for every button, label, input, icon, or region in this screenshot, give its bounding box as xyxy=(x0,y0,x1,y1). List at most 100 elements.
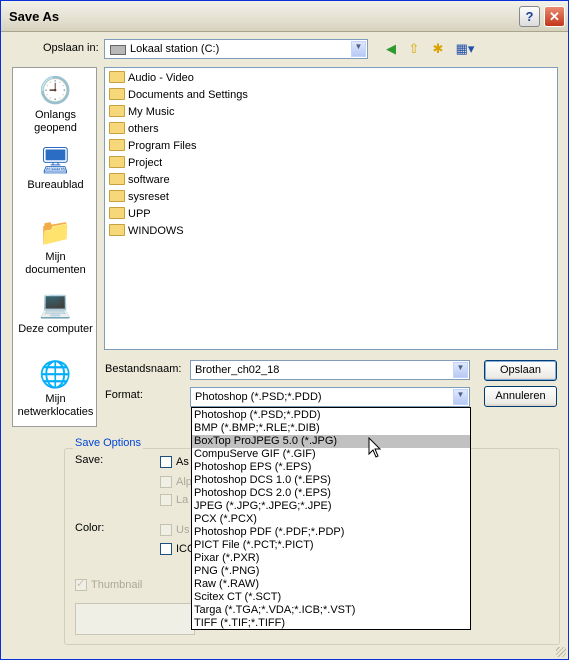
folder-icon xyxy=(109,71,125,84)
format-option-highlighted[interactable]: BoxTop ProJPEG 5.0 (*.JPG) xyxy=(192,435,470,448)
folder-name: Documents and Settings xyxy=(128,89,248,101)
folder-name: WINDOWS xyxy=(128,225,184,237)
back-icon[interactable]: ◀ xyxy=(382,40,400,58)
format-option[interactable]: PICT File (*.PCT;*.PICT) xyxy=(192,539,470,552)
save-in-value: Lokaal station (C:) xyxy=(130,43,220,55)
place-label: Onlangs xyxy=(35,109,76,121)
folder-icon xyxy=(109,207,125,220)
folder-name: Project xyxy=(128,157,163,169)
folder-icon xyxy=(109,88,125,101)
drive-icon xyxy=(110,45,126,55)
folder-icon xyxy=(109,173,125,186)
format-option[interactable]: CompuServe GIF (*.GIF) xyxy=(192,448,470,461)
save-as-dialog: Save As ? ✕ Opslaan in: Lokaal station (… xyxy=(0,0,569,660)
list-item[interactable]: My Music xyxy=(109,104,174,121)
folder-name: others xyxy=(128,123,159,135)
places-desktop[interactable]: 🖥 Bureaublad xyxy=(13,144,98,192)
list-item[interactable]: Project xyxy=(109,155,162,172)
format-option[interactable]: Photoshop PDF (*.PDF;*.PDP) xyxy=(192,526,470,539)
folder-name: My Music xyxy=(128,106,175,118)
my-computer-icon: 💻 xyxy=(39,289,72,319)
places-bar: 🕘 Onlangs geopend 🖥 Bureaublad 📁 Mijn do… xyxy=(12,67,97,427)
places-my-computer[interactable]: 💻 Deze computer xyxy=(13,288,98,336)
list-item[interactable]: others xyxy=(109,121,159,138)
my-documents-icon: 📁 xyxy=(39,217,72,247)
folder-icon xyxy=(109,190,125,203)
desktop-icon: 🖥 xyxy=(38,145,72,175)
places-my-documents[interactable]: 📁 Mijn documenten xyxy=(13,216,98,277)
folder-icon xyxy=(109,224,125,237)
list-item[interactable]: Audio - Video xyxy=(109,70,194,87)
alpha-channels-checkbox[interactable] xyxy=(160,476,172,488)
folder-icon xyxy=(109,122,125,135)
place-label: netwerklocaties xyxy=(17,406,94,418)
format-option[interactable]: Photoshop DCS 1.0 (*.EPS) xyxy=(192,474,470,487)
list-item[interactable]: sysreset xyxy=(109,189,169,206)
format-option[interactable]: TIFF (*.TIF;*.TIFF) xyxy=(192,617,470,630)
format-select[interactable]: Photoshop (*.PSD;*.PDD) ▼ xyxy=(190,387,470,407)
list-item[interactable]: Program Files xyxy=(109,138,196,155)
alpha-channels-label: Alp xyxy=(176,476,192,488)
format-dropdown-list[interactable]: Photoshop (*.PSD;*.PDD) BMP (*.BMP;*.RLE… xyxy=(191,407,471,630)
icc-profile-checkbox[interactable] xyxy=(160,543,172,555)
format-option[interactable]: PNG (*.PNG) xyxy=(192,565,470,578)
list-item[interactable]: UPP xyxy=(109,206,151,223)
folder-name: UPP xyxy=(128,208,151,220)
up-folder-icon[interactable]: ⇧ xyxy=(405,40,423,58)
format-option[interactable]: Targa (*.TGA;*.VDA;*.ICB;*.VST) xyxy=(192,604,470,617)
list-item[interactable]: Documents and Settings xyxy=(109,87,248,104)
network-icon: 🌐 xyxy=(39,359,72,389)
format-option[interactable]: Pixar (*.PXR) xyxy=(192,552,470,565)
place-label: Mijn xyxy=(45,393,66,405)
title-bar: Save As ? ✕ xyxy=(1,1,568,32)
recent-icon: 🕘 xyxy=(39,75,72,105)
thumbnail-label: Thumbnail xyxy=(91,579,143,591)
save-button[interactable]: Opslaan xyxy=(484,360,557,381)
folder-icon xyxy=(109,156,125,169)
format-option[interactable]: Photoshop (*.PSD;*.PDD) xyxy=(192,409,470,422)
save-options-title: Save Options xyxy=(73,437,144,449)
thumbnail-checkbox[interactable] xyxy=(75,577,87,591)
chevron-down-icon[interactable]: ▼ xyxy=(453,389,468,405)
view-menu-icon[interactable]: ▦▾ xyxy=(453,40,477,58)
place-label: documenten xyxy=(25,264,86,276)
places-network[interactable]: 🌐 Mijn netwerklocaties xyxy=(13,358,98,419)
format-option[interactable]: Photoshop DCS 2.0 (*.EPS) xyxy=(192,487,470,500)
format-option[interactable]: BMP (*.BMP;*.RLE;*.DIB) xyxy=(192,422,470,435)
format-option[interactable]: Raw (*.RAW) xyxy=(192,578,470,591)
resize-grip[interactable] xyxy=(556,647,566,657)
new-folder-icon[interactable]: ✱ xyxy=(429,40,447,58)
folder-icon xyxy=(109,139,125,152)
use-proof-setup-label: Us xyxy=(176,524,190,536)
help-button[interactable]: ? xyxy=(519,6,540,27)
chevron-down-icon[interactable]: ▼ xyxy=(351,41,366,57)
close-button[interactable]: ✕ xyxy=(544,6,565,27)
filename-input[interactable]: Brother_ch02_18 ▼ xyxy=(190,360,470,380)
format-option[interactable]: JPEG (*.JPG;*.JPEG;*.JPE) xyxy=(192,500,470,513)
use-proof-setup-checkbox[interactable] xyxy=(160,524,172,536)
format-option[interactable]: Scitex CT (*.SCT) xyxy=(192,591,470,604)
window-title: Save As xyxy=(9,9,60,24)
warning-area xyxy=(75,603,195,635)
format-label: Format: xyxy=(105,389,143,401)
list-item[interactable]: software xyxy=(109,172,170,189)
place-label: Bureaublad xyxy=(27,179,84,191)
places-recent[interactable]: 🕘 Onlangs geopend xyxy=(13,74,98,135)
layers-checkbox[interactable] xyxy=(160,494,172,506)
format-option[interactable]: PCX (*.PCX) xyxy=(192,513,470,526)
cancel-button[interactable]: Annuleren xyxy=(484,386,557,407)
folder-name: Audio - Video xyxy=(128,72,194,84)
list-item[interactable]: WINDOWS xyxy=(109,223,184,240)
folder-name: sysreset xyxy=(128,191,169,203)
layers-label: La xyxy=(176,494,189,506)
folder-icon xyxy=(109,105,125,118)
as-a-copy-checkbox[interactable] xyxy=(160,456,172,468)
place-label: geopend xyxy=(34,122,77,134)
place-label: Deze computer xyxy=(18,323,93,335)
filename-label: Bestandsnaam: xyxy=(105,363,182,375)
file-list[interactable]: Audio - Video Documents and Settings My … xyxy=(104,67,558,350)
format-option[interactable]: Photoshop EPS (*.EPS) xyxy=(192,461,470,474)
chevron-down-icon[interactable]: ▼ xyxy=(453,362,468,378)
as-a-copy-label: As xyxy=(176,456,189,468)
save-in-combo[interactable]: Lokaal station (C:) ▼ xyxy=(104,39,368,59)
